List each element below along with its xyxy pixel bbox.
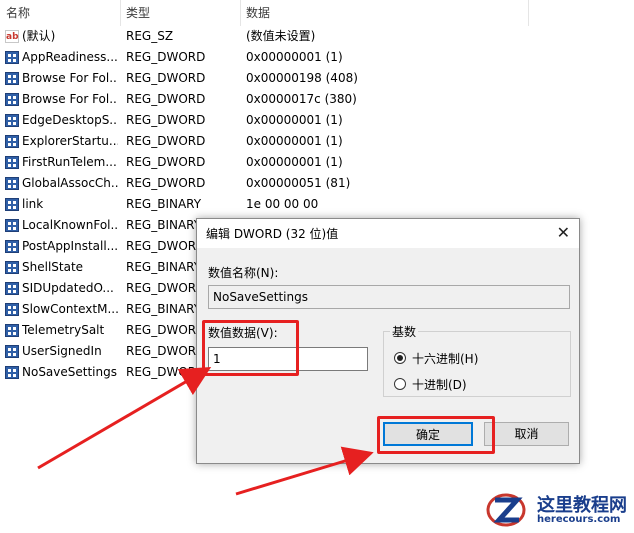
site-logo-icon bbox=[486, 493, 526, 527]
arrow-to-ok-button bbox=[235, 446, 374, 496]
arrow-to-value-data bbox=[37, 366, 212, 470]
watermark-site-url: herecours.com bbox=[537, 514, 621, 525]
annotation-arrows bbox=[37, 366, 374, 496]
watermark: 这里教程网 herecours.com bbox=[485, 488, 634, 533]
